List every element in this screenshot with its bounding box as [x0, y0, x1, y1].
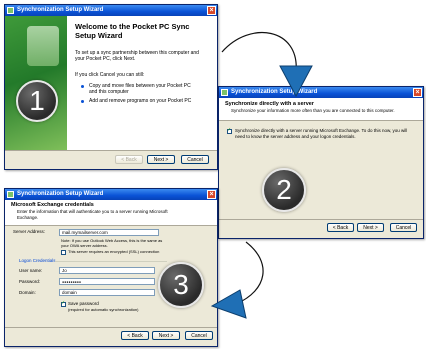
- page-subtitle: Synchronize your information more often …: [231, 108, 395, 113]
- divider: [5, 327, 217, 328]
- step-number: 2: [276, 174, 292, 205]
- ssl-label: This server requires an encrypted (SSL) …: [68, 249, 160, 254]
- user-name-label: User name:: [19, 268, 43, 273]
- window-title: Synchronization Setup Wizard: [17, 191, 104, 197]
- logon-group-label: Logon Credentials: [19, 258, 56, 263]
- sync-server-label: Synchronize directly with a server runni…: [235, 128, 408, 139]
- step-badge-2: 2: [262, 168, 306, 212]
- window-title: Synchronization Setup Wizard: [231, 89, 318, 95]
- password-input[interactable]: ●●●●●●●●●: [59, 278, 155, 285]
- wizard-header: Microsoft Exchange credentials Enter the…: [5, 200, 217, 226]
- divider: [5, 150, 217, 151]
- back-button[interactable]: < Back: [121, 331, 149, 340]
- next-button[interactable]: Next >: [147, 155, 175, 164]
- step-badge-3: 3: [158, 262, 204, 308]
- window-title: Synchronization Setup Wizard: [17, 7, 104, 13]
- cancel-button[interactable]: Cancel: [390, 223, 417, 232]
- divider: [219, 219, 423, 220]
- wizard-window-server: Synchronization Setup Wizard × Synchroni…: [218, 86, 424, 239]
- wizard-header: Synchronize directly with a server Synch…: [219, 98, 423, 121]
- step-number: 1: [29, 85, 45, 116]
- welcome-content: Welcome to the Pocket PC Sync Setup Wiza…: [67, 16, 217, 150]
- title-bar: Synchronization Setup Wizard ×: [5, 189, 217, 200]
- back-button[interactable]: < Back: [327, 223, 354, 232]
- cancel-button[interactable]: Cancel: [185, 331, 213, 340]
- arrow-step2-to-step3: [235, 241, 264, 305]
- title-bar: Synchronization Setup Wizard ×: [5, 5, 217, 16]
- save-password-note: (required for automatic synchronization): [68, 307, 139, 312]
- bullet-icon: [81, 100, 84, 103]
- owa-note: Note: If you use Outlook Web Access, thi…: [61, 238, 163, 248]
- logon-group-line: [55, 261, 167, 262]
- domain-label: Domain:: [19, 290, 36, 295]
- user-name-input[interactable]: Jo: [59, 267, 155, 274]
- page-title: Synchronize directly with a server: [225, 101, 314, 107]
- sync-app-icon: [221, 89, 228, 96]
- page-subtitle: Enter the information that will authenti…: [17, 209, 168, 220]
- domain-input[interactable]: domain: [59, 289, 155, 296]
- server-address-label: Server Address:: [13, 229, 46, 234]
- server-address-input[interactable]: mail.mymailserver.com: [59, 229, 159, 236]
- password-label: Password:: [19, 279, 41, 284]
- cancel-hint-text: If you click Cancel you can still:: [75, 72, 145, 78]
- step-badge-1: 1: [16, 80, 58, 122]
- close-icon[interactable]: ×: [207, 190, 216, 199]
- next-button[interactable]: Next >: [152, 331, 180, 340]
- close-icon[interactable]: ×: [207, 6, 216, 15]
- close-icon[interactable]: ×: [413, 88, 422, 97]
- title-bar: Synchronization Setup Wizard ×: [219, 87, 423, 98]
- page-title: Welcome to the Pocket PC Sync Setup Wiza…: [75, 22, 190, 40]
- back-button[interactable]: < Back: [115, 155, 143, 164]
- save-password-checkbox[interactable]: [61, 300, 66, 307]
- sync-server-checkbox[interactable]: [227, 127, 232, 134]
- arrow-step1-to-step2: [221, 31, 297, 73]
- step-number: 3: [173, 269, 189, 300]
- option-add-programs: Add and remove programs on your Pocket P…: [89, 98, 192, 104]
- page-title: Microsoft Exchange credentials: [11, 202, 94, 208]
- ssl-checkbox[interactable]: [61, 250, 66, 255]
- sync-app-icon: [7, 191, 14, 198]
- bullet-icon: [81, 85, 84, 88]
- option-copy-files: Copy and move files between your Pocket …: [89, 83, 191, 95]
- next-button[interactable]: Next >: [357, 223, 384, 232]
- intro-text: To set up a sync partnership between thi…: [75, 50, 199, 62]
- banner-device-graphic: [27, 26, 59, 66]
- cancel-button[interactable]: Cancel: [181, 155, 209, 164]
- sync-app-icon: [7, 7, 14, 14]
